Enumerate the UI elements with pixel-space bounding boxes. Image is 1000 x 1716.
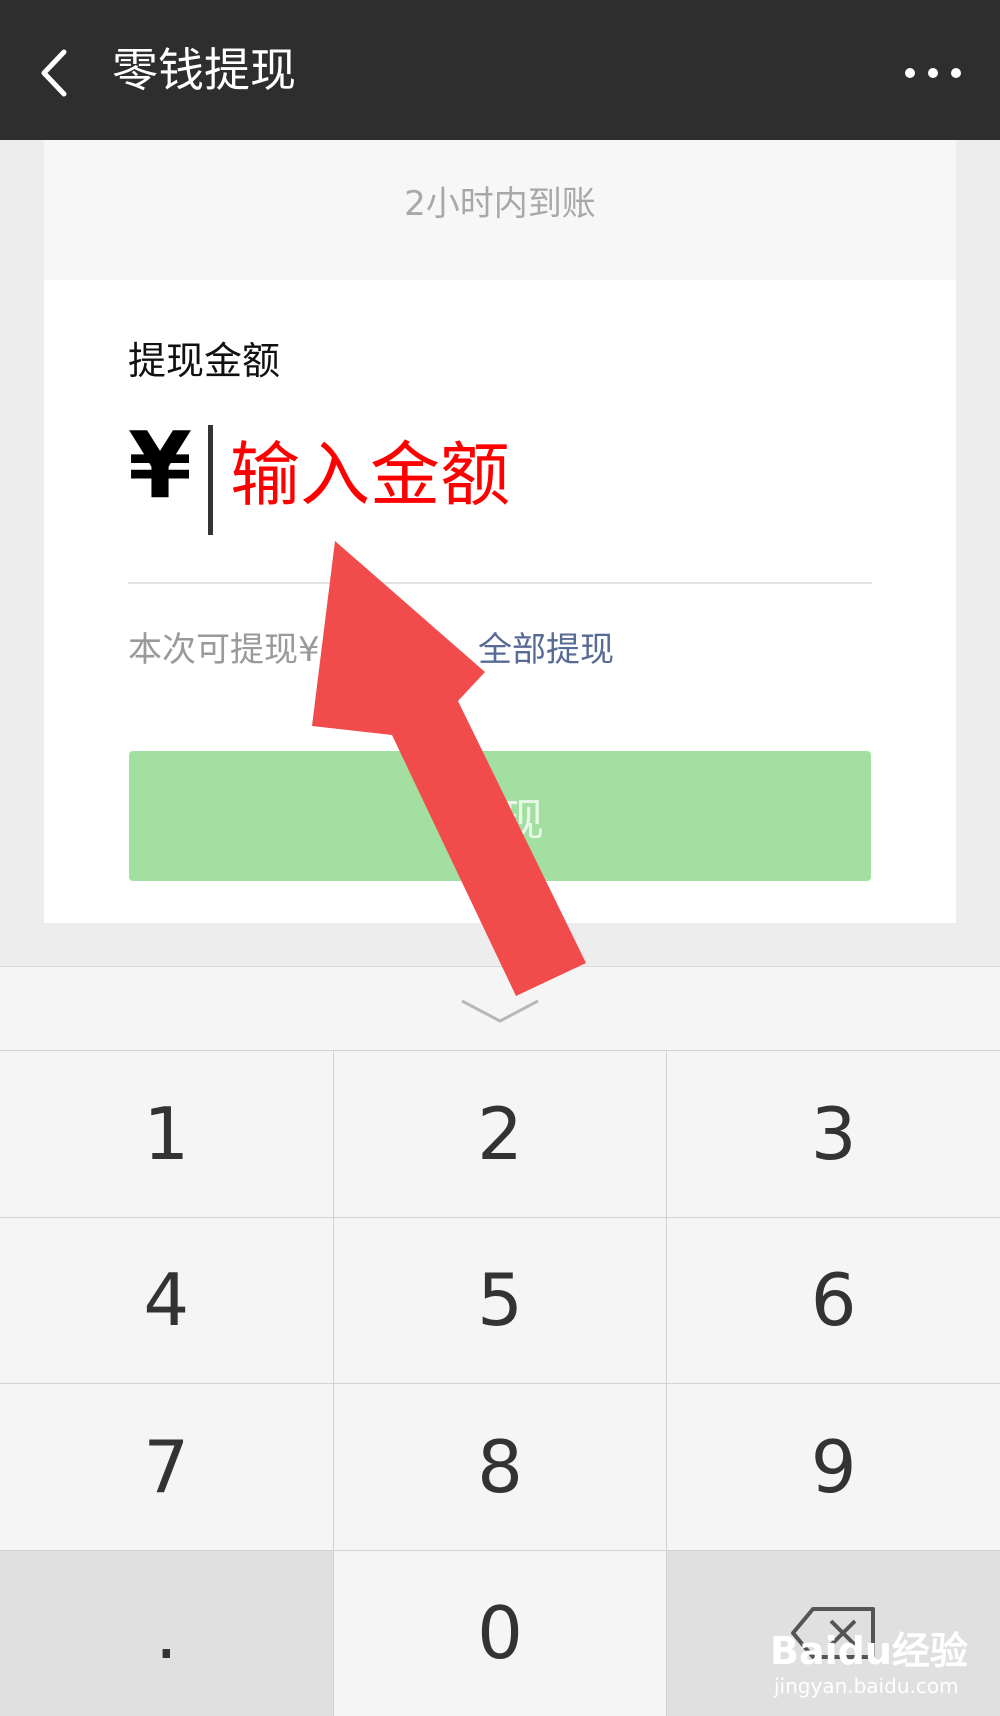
top-bar: 零钱提现 xyxy=(0,0,1000,140)
amount-label: 提现金额 xyxy=(128,330,280,385)
chevron-left-icon xyxy=(28,40,88,106)
withdraw-form: 提现金额 ¥ 本次可提现¥ 全部提现 提现 xyxy=(44,280,956,923)
back-button[interactable] xyxy=(28,40,88,106)
keyboard-collapse-button[interactable] xyxy=(458,997,542,1027)
more-button[interactable] xyxy=(902,48,964,98)
watermark-brand: Baidu经验 xyxy=(770,1620,968,1675)
amount-input[interactable] xyxy=(230,425,830,525)
keyboard-toolbar xyxy=(0,966,1000,1051)
key-7[interactable]: 7 xyxy=(0,1384,333,1550)
withdraw-destination-card: 2小时内到账 xyxy=(44,140,956,280)
arrival-time-note: 2小时内到账 xyxy=(44,176,956,225)
input-divider xyxy=(128,582,872,584)
chevron-down-icon xyxy=(458,997,542,1027)
withdraw-submit-button[interactable]: 提现 xyxy=(129,751,871,881)
page-title: 零钱提现 xyxy=(112,40,296,100)
key-8[interactable]: 8 xyxy=(334,1384,667,1550)
key-3[interactable]: 3 xyxy=(667,1051,1000,1217)
key-9[interactable]: 9 xyxy=(667,1384,1000,1550)
currency-symbol: ¥ xyxy=(128,420,192,512)
key-1[interactable]: 1 xyxy=(0,1051,333,1217)
withdraw-all-link[interactable]: 全部提现 xyxy=(478,622,614,671)
available-balance-text: 本次可提现¥ xyxy=(128,622,320,671)
more-dots-icon xyxy=(902,48,964,98)
key-4[interactable]: 4 xyxy=(0,1218,333,1384)
text-cursor xyxy=(208,425,213,535)
key-2[interactable]: 2 xyxy=(334,1051,667,1217)
baidu-watermark: Baidu经验 jingyan.baidu.com xyxy=(770,1600,970,1700)
key-6[interactable]: 6 xyxy=(667,1218,1000,1384)
watermark-url: jingyan.baidu.com xyxy=(774,1674,959,1698)
key-decimal[interactable]: . xyxy=(0,1551,333,1716)
key-0[interactable]: 0 xyxy=(334,1551,667,1716)
key-5[interactable]: 5 xyxy=(334,1218,667,1384)
